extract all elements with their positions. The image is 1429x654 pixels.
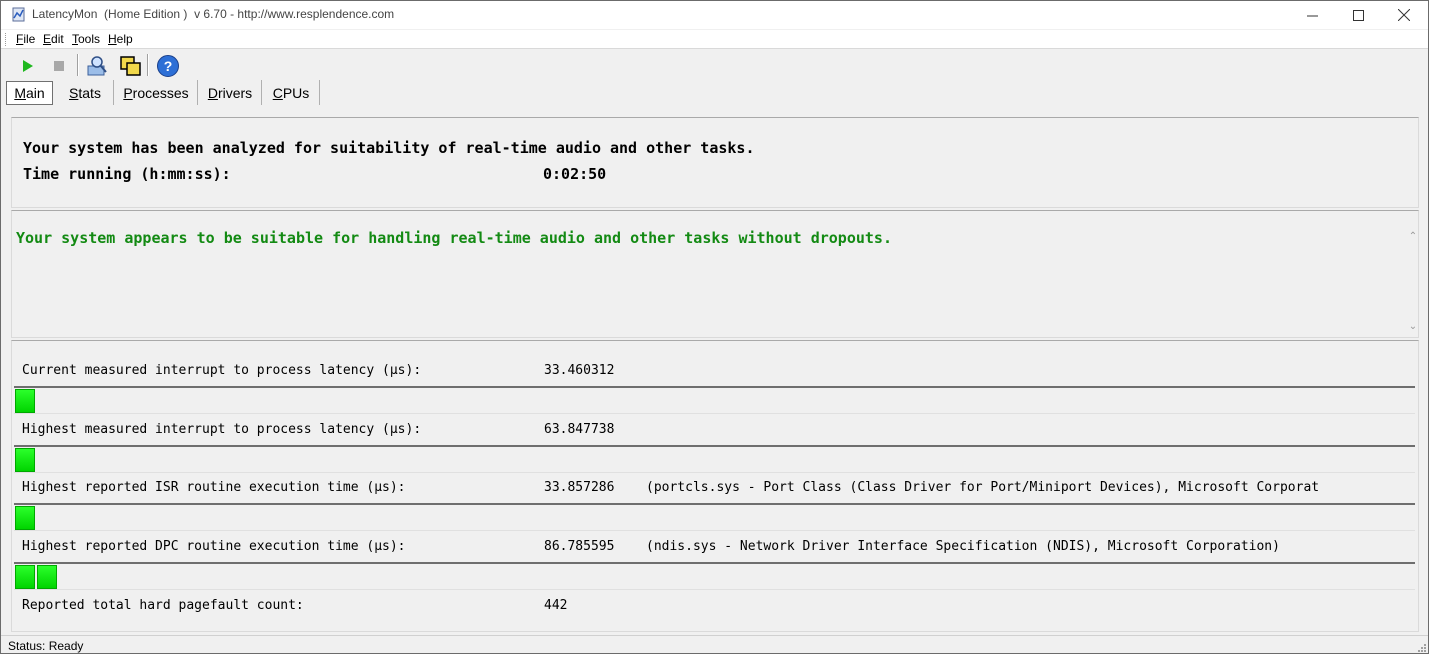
bar-segment [15, 506, 35, 530]
metric-bar-fill [15, 506, 35, 530]
window-title: LatencyMon (Home Edition ) v 6.70 - http… [32, 7, 395, 21]
summary-panel: Your system has been analyzed for suitab… [11, 117, 1419, 208]
toolbar: ? [1, 50, 1428, 80]
tab-drivers[interactable]: Drivers [199, 80, 262, 105]
summary-line: Your system has been analyzed for suitab… [23, 139, 755, 157]
metric-bar [14, 503, 1415, 531]
verdict-message: Your system appears to be suitable for h… [16, 229, 892, 247]
metric-bar-fill [15, 448, 35, 472]
menu-grip [5, 33, 8, 46]
metric-bar-fill [15, 389, 35, 413]
windows-icon [120, 56, 141, 76]
scroll-down-icon[interactable]: ⌄ [1407, 321, 1419, 333]
metric-value: 63.847738 [544, 422, 615, 437]
tab-stats[interactable]: Stats [57, 80, 114, 105]
metric-detail: (portcls.sys - Port Class (Class Driver … [646, 480, 1320, 495]
metric-value: 33.460312 [544, 363, 615, 378]
app-icon [12, 7, 25, 22]
metric-label: Highest reported DPC routine execution t… [22, 539, 406, 554]
resize-grip-icon[interactable] [1416, 642, 1426, 652]
help-icon: ? [157, 55, 179, 77]
time-running-label: Time running (h:mm:ss): [23, 165, 231, 183]
metric-label: Current measured interrupt to process la… [22, 363, 422, 378]
metric-detail: (ndis.sys - Network Driver Interface Spe… [646, 539, 1280, 554]
bar-segment [15, 448, 35, 472]
tab-strip: Main Stats Processes Drivers C PUs [1, 80, 1428, 106]
analyze-button[interactable] [84, 53, 110, 79]
latencymon-window: LatencyMon (Home Edition ) v 6.70 - http… [0, 0, 1429, 654]
title-bar[interactable]: LatencyMon (Home Edition ) v 6.70 - http… [1, 1, 1428, 29]
play-icon [23, 60, 33, 72]
menu-help[interactable]: Help [108, 32, 133, 46]
close-button[interactable] [1381, 1, 1427, 29]
time-running-value: 0:02:50 [543, 165, 607, 183]
tab-cpus[interactable]: C PUs [263, 80, 320, 105]
minimize-button[interactable] [1289, 1, 1335, 29]
toolbar-separator [77, 54, 79, 76]
analyze-icon [87, 56, 107, 76]
windows-button[interactable] [117, 53, 143, 79]
scroll-up-icon[interactable]: ⌃ [1407, 231, 1419, 243]
tab-processes[interactable]: Processes [115, 80, 198, 105]
bar-segment [37, 565, 57, 589]
metric-label: Highest measured interrupt to process la… [22, 422, 422, 437]
menu-edit[interactable]: Edit [43, 32, 64, 46]
maximize-button[interactable] [1335, 1, 1381, 29]
tab-main[interactable]: Main [6, 81, 53, 105]
maximize-icon [1352, 9, 1364, 21]
metric-value: 33.857286 [544, 480, 615, 495]
toolbar-separator [147, 54, 149, 76]
metric-bar-fill [15, 565, 57, 589]
help-button[interactable]: ? [155, 53, 181, 79]
metric-bar [14, 386, 1415, 414]
metric-label: Highest reported ISR routine execution t… [22, 480, 406, 495]
status-bar: Status: Ready [1, 635, 1428, 654]
menu-tools[interactable]: Tools [72, 32, 100, 46]
stop-icon [54, 61, 64, 71]
metrics-panel: Current measured interrupt to process la… [11, 340, 1419, 632]
bar-segment [15, 565, 35, 589]
pagefault-label: Reported total hard pagefault count: [22, 598, 304, 613]
start-button[interactable] [15, 53, 41, 79]
verdict-panel[interactable]: Your system appears to be suitable for h… [11, 210, 1419, 338]
menu-file[interactable]: File [16, 32, 35, 46]
menu-bar: File Edit Tools Help [1, 30, 1428, 49]
svg-text:?: ? [164, 58, 173, 74]
minimize-icon [1306, 15, 1318, 16]
pagefault-value: 442 [544, 598, 568, 613]
metric-value: 86.785595 [544, 539, 615, 554]
status-text: Status: Ready [8, 639, 84, 653]
metric-bar [14, 562, 1415, 590]
bar-segment [15, 389, 35, 413]
metric-bar [14, 445, 1415, 473]
close-icon [1398, 9, 1410, 21]
stop-button[interactable] [46, 53, 72, 79]
